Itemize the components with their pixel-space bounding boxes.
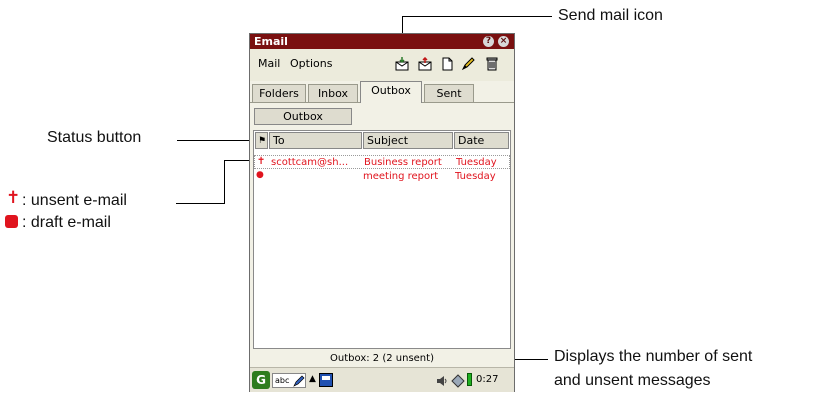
title-bar: Email ? ×	[250, 34, 514, 49]
status-button[interactable]: ⚑	[255, 132, 268, 149]
callout-line	[176, 203, 224, 204]
unsent-legend-icon: ✝	[6, 188, 21, 208]
status-count-callout-line2: and unsent messages	[554, 372, 711, 389]
draft-legend-icon	[5, 215, 18, 228]
column-header-date[interactable]: Date	[454, 132, 509, 149]
status-count-callout-line1: Displays the number of sent	[554, 348, 753, 365]
input-method-label: abc	[275, 376, 290, 385]
start-menu-icon[interactable]: G	[252, 371, 270, 389]
send-mail-icon-callout: Send mail icon	[558, 7, 663, 24]
message-date: Tuesday	[456, 157, 497, 168]
send-mail-icon[interactable]	[418, 56, 432, 71]
folder-selector-button[interactable]: Outbox	[254, 108, 352, 125]
taskbar: G abc ▲ 0:27	[250, 367, 514, 392]
menu-mail[interactable]: Mail	[258, 57, 280, 70]
menu-bar: Mail Options	[250, 49, 514, 81]
clock[interactable]: 0:27	[476, 374, 498, 385]
menu-options[interactable]: Options	[290, 57, 332, 70]
window-title: Email	[254, 35, 288, 48]
network-icon[interactable]	[451, 373, 465, 392]
unsent-status-icon: ✝	[257, 156, 266, 167]
keyboard-icon[interactable]	[319, 373, 333, 387]
tab-outbox[interactable]: Outbox	[360, 81, 422, 103]
email-app-window: Email ? × Mail Options Folders Inbox Out…	[249, 33, 515, 392]
draft-status-icon: ●	[256, 170, 264, 180]
table-row[interactable]: ● meeting report Tuesday	[254, 170, 510, 184]
outbox-status-text: Outbox: 2 (2 unsent)	[330, 353, 434, 364]
column-header-subject[interactable]: Subject	[363, 132, 453, 149]
message-date: Tuesday	[455, 171, 496, 182]
tab-sent[interactable]: Sent	[424, 84, 474, 102]
help-button[interactable]: ?	[483, 36, 494, 47]
battery-icon[interactable]	[467, 373, 472, 386]
pen-icon	[293, 375, 305, 387]
unsent-legend-label: : unsent e-mail	[22, 192, 127, 209]
message-subject: meeting report	[363, 171, 439, 182]
new-mail-icon[interactable]	[440, 57, 454, 71]
up-arrow-icon[interactable]: ▲	[309, 374, 316, 384]
message-subject: Business report	[364, 157, 442, 168]
tab-folders[interactable]: Folders	[252, 84, 306, 102]
close-button[interactable]: ×	[498, 36, 509, 47]
edit-icon[interactable]	[461, 57, 475, 71]
callout-line	[224, 160, 225, 204]
volume-icon[interactable]	[436, 373, 450, 392]
column-header-to[interactable]: To	[269, 132, 362, 149]
trash-icon[interactable]	[485, 57, 499, 71]
receive-mail-icon[interactable]	[395, 57, 409, 71]
table-row[interactable]: ✝ scottcam@sh... Business report Tuesday	[254, 155, 510, 169]
message-list: ⚑ To Subject Date ✝ scottcam@sh... Busin…	[253, 130, 511, 349]
draft-legend-label: : draft e-mail	[22, 214, 111, 231]
status-button-callout: Status button	[47, 129, 142, 146]
input-method-button[interactable]: abc	[272, 373, 306, 388]
callout-line	[177, 140, 254, 141]
callout-line	[402, 16, 552, 17]
tab-inbox[interactable]: Inbox	[308, 84, 358, 102]
message-to: scottcam@sh...	[271, 157, 349, 168]
